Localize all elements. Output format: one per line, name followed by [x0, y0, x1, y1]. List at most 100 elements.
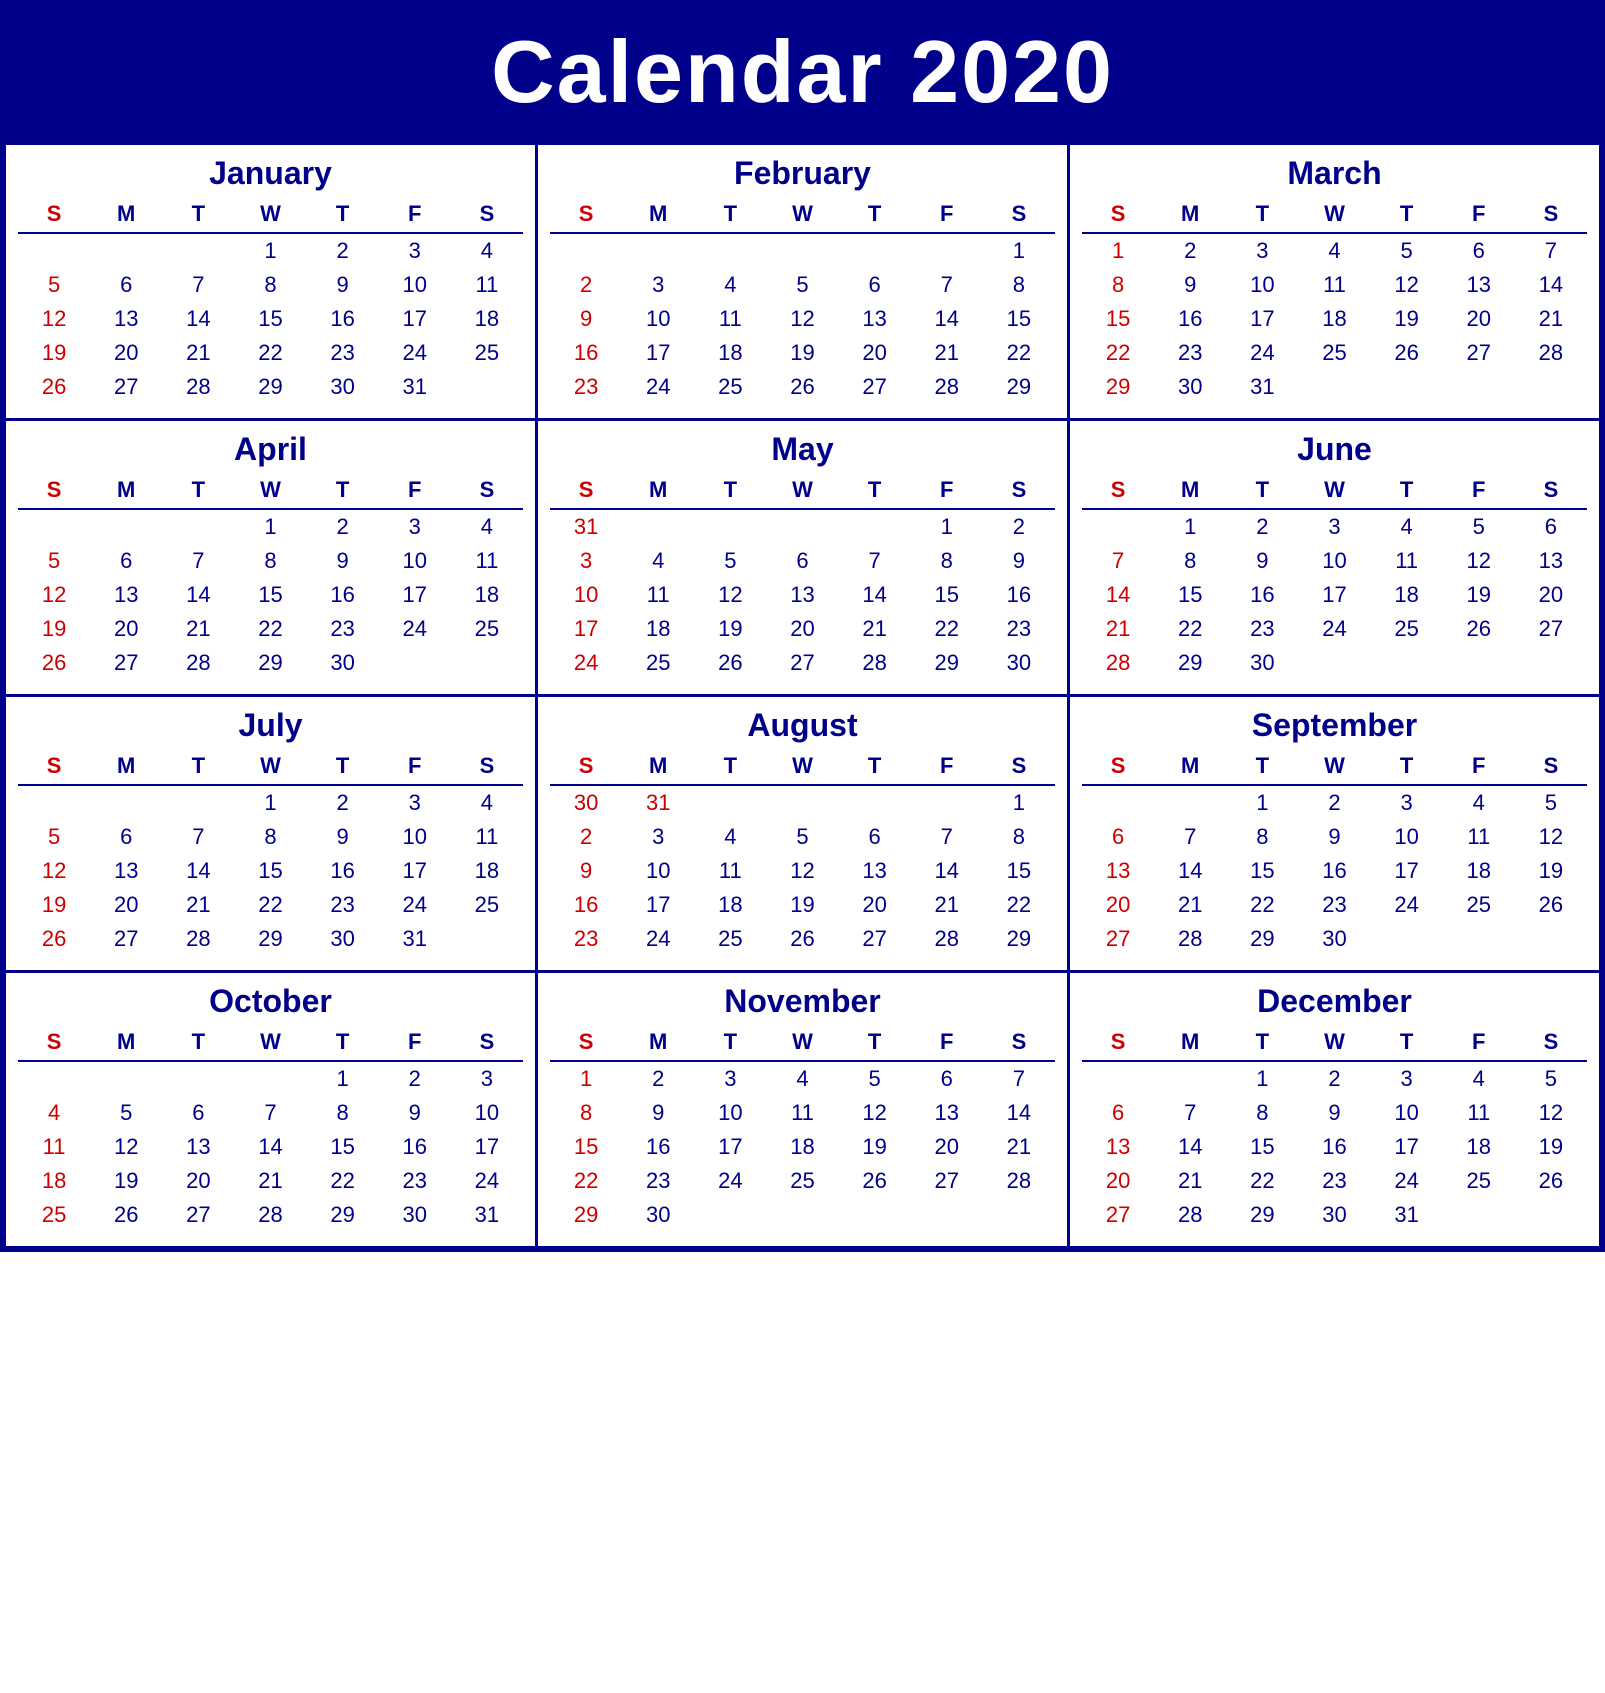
calendar-day: 23 — [307, 888, 379, 922]
calendar-day: 23 — [307, 612, 379, 646]
calendar-day: 18 — [451, 578, 523, 612]
calendar-day: 11 — [18, 1130, 90, 1164]
calendar-day: 17 — [1298, 578, 1370, 612]
calendar-day: 15 — [234, 578, 306, 612]
calendar-day: 26 — [766, 922, 838, 956]
calendar-day: 22 — [234, 888, 306, 922]
calendar-day: 24 — [379, 612, 451, 646]
calendar-day: 29 — [983, 370, 1055, 404]
calendar-day: 6 — [1082, 820, 1154, 854]
calendar-day — [1298, 646, 1370, 680]
calendar-day: 19 — [694, 612, 766, 646]
calendar-day: 13 — [911, 1096, 983, 1130]
calendar-day: 4 — [766, 1061, 838, 1096]
calendar-day: 8 — [307, 1096, 379, 1130]
day-header-t4: T — [839, 750, 911, 785]
calendar-day: 11 — [622, 578, 694, 612]
calendar-day: 24 — [550, 646, 622, 680]
day-header-t4: T — [1371, 1026, 1443, 1061]
month-table: SMTWTFS123456789101112131415161718192021… — [18, 750, 523, 956]
calendar-day — [1443, 922, 1515, 956]
calendar-day: 21 — [1082, 612, 1154, 646]
calendar-day — [162, 509, 234, 544]
calendar-day: 20 — [911, 1130, 983, 1164]
calendar-day: 20 — [90, 888, 162, 922]
calendar-day: 6 — [1515, 509, 1587, 544]
calendar-day: 22 — [983, 336, 1055, 370]
month-name: March — [1082, 155, 1587, 192]
day-header-t4: T — [307, 1026, 379, 1061]
month-name: September — [1082, 707, 1587, 744]
calendar-day — [1515, 646, 1587, 680]
day-header-s6: S — [983, 474, 1055, 509]
calendar-day: 21 — [911, 888, 983, 922]
calendar-day: 30 — [1298, 1198, 1370, 1232]
day-header-s0: S — [1082, 198, 1154, 233]
calendar-day: 3 — [1371, 785, 1443, 820]
calendar-day: 1 — [1226, 1061, 1298, 1096]
calendar-day: 25 — [18, 1198, 90, 1232]
calendar-day: 21 — [162, 888, 234, 922]
day-header-s6: S — [983, 1026, 1055, 1061]
calendar-day: 16 — [1298, 854, 1370, 888]
calendar-day: 22 — [307, 1164, 379, 1198]
calendar-day: 30 — [1154, 370, 1226, 404]
day-header-s0: S — [550, 474, 622, 509]
calendar-day: 6 — [839, 820, 911, 854]
calendar-day: 18 — [766, 1130, 838, 1164]
calendar-day: 17 — [451, 1130, 523, 1164]
day-header-f5: F — [911, 750, 983, 785]
calendar-day: 23 — [307, 336, 379, 370]
day-header-m1: M — [622, 474, 694, 509]
month-block-september: SeptemberSMTWTFS123456789101112131415161… — [1070, 697, 1602, 973]
calendar-day: 11 — [694, 302, 766, 336]
calendar-day: 17 — [622, 336, 694, 370]
calendar-day: 19 — [90, 1164, 162, 1198]
calendar-day: 2 — [307, 233, 379, 268]
calendar-day: 13 — [766, 578, 838, 612]
calendar-day: 11 — [1298, 268, 1370, 302]
calendar-day: 9 — [1298, 1096, 1370, 1130]
calendar-day: 4 — [1298, 233, 1370, 268]
calendar-day: 7 — [983, 1061, 1055, 1096]
day-header-s0: S — [18, 1026, 90, 1061]
calendar-day: 14 — [1082, 578, 1154, 612]
month-table: SMTWTFS123456789101112131415161718192021… — [18, 474, 523, 680]
day-header-s6: S — [983, 750, 1055, 785]
day-header-f5: F — [911, 474, 983, 509]
calendar-day: 4 — [1443, 785, 1515, 820]
calendar-day: 30 — [1298, 922, 1370, 956]
calendar-day: 14 — [162, 578, 234, 612]
calendar-day: 19 — [18, 888, 90, 922]
calendar-day: 5 — [18, 820, 90, 854]
calendar-day: 1 — [1154, 509, 1226, 544]
calendar-day: 7 — [839, 544, 911, 578]
day-header-t4: T — [839, 1026, 911, 1061]
month-table: SMTWTFS303112345678910111213141516171819… — [550, 750, 1055, 956]
calendar-day: 5 — [1443, 509, 1515, 544]
calendar-day: 25 — [1298, 336, 1370, 370]
calendar-day: 14 — [1154, 854, 1226, 888]
calendar-day — [911, 233, 983, 268]
calendar-day — [622, 233, 694, 268]
day-header-w3: W — [234, 750, 306, 785]
calendar-day: 10 — [379, 268, 451, 302]
calendar-day: 5 — [766, 820, 838, 854]
calendar-day: 27 — [1082, 1198, 1154, 1232]
calendar-wrapper: Calendar 2020 JanuarySMTWTFS123456789101… — [0, 0, 1605, 1252]
calendar-day: 23 — [1154, 336, 1226, 370]
calendar-day: 16 — [1154, 302, 1226, 336]
calendar-day: 25 — [766, 1164, 838, 1198]
calendar-day: 8 — [550, 1096, 622, 1130]
calendar-day: 5 — [766, 268, 838, 302]
calendar-day: 16 — [622, 1130, 694, 1164]
calendar-day: 6 — [90, 268, 162, 302]
calendar-day: 29 — [1082, 370, 1154, 404]
calendar-day: 3 — [379, 785, 451, 820]
month-name: June — [1082, 431, 1587, 468]
calendar-day — [839, 509, 911, 544]
calendar-day — [451, 646, 523, 680]
calendar-day: 26 — [90, 1198, 162, 1232]
calendar-day: 10 — [379, 820, 451, 854]
calendar-day: 27 — [1082, 922, 1154, 956]
